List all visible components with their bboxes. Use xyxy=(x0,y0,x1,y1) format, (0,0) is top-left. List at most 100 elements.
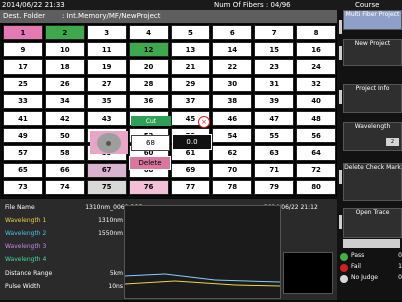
fiber-cell-41[interactable]: 41 xyxy=(3,110,43,127)
fiber-cell-25[interactable]: 25 xyxy=(3,76,43,92)
fiber-cell-67[interactable]: 67 xyxy=(86,162,127,178)
fiber-cell-21[interactable]: 21 xyxy=(170,59,211,75)
fiber-dial-center xyxy=(106,141,111,146)
fiber-cell-15[interactable]: 15 xyxy=(254,42,295,58)
fiber-cell-24[interactable]: 24 xyxy=(296,59,336,75)
project-info-button[interactable]: Project Info xyxy=(343,84,402,113)
fiber-cell-20[interactable]: 20 xyxy=(128,59,169,75)
fiber-cell-77[interactable]: 77 xyxy=(170,179,211,195)
fiber-cell-43[interactable]: 43 xyxy=(86,110,127,127)
nojudge-row: No Judge 0 xyxy=(340,274,402,284)
fiber-cell-39[interactable]: 39 xyxy=(254,93,295,109)
pulse-width-label: Pulse Width xyxy=(5,283,41,290)
fiber-cell-32[interactable]: 32 xyxy=(296,76,336,92)
fiber-cell-35[interactable]: 35 xyxy=(86,93,127,109)
fiber-cell-13[interactable]: 13 xyxy=(170,42,211,58)
fiber-cell-8[interactable]: 8 xyxy=(296,25,336,41)
fiber-cell-26[interactable]: 26 xyxy=(44,76,85,92)
fiber-cell-54[interactable]: 54 xyxy=(212,128,253,144)
fiber-cell-40[interactable]: 40 xyxy=(296,93,336,109)
fiber-cell-27[interactable]: 27 xyxy=(86,76,127,92)
fiber-cell-18[interactable]: 18 xyxy=(44,59,85,75)
open-trace-button[interactable]: Open Trace xyxy=(343,208,402,238)
fiber-cell-63[interactable]: 63 xyxy=(254,145,295,161)
fiber-cell-36[interactable]: 36 xyxy=(128,93,169,109)
fiber-cell-75[interactable]: 75 xyxy=(86,179,127,195)
fiber-cell-80[interactable]: 80 xyxy=(296,179,336,195)
fiber-cell-62[interactable]: 62 xyxy=(212,145,253,161)
wavelength-button[interactable]: Wavelength xyxy=(343,122,402,151)
fiber-cell-29[interactable]: 29 xyxy=(170,76,211,92)
fiber-cell-23[interactable]: 23 xyxy=(254,59,295,75)
selected-fiber-value: 68 xyxy=(131,135,170,151)
fiber-cell-17[interactable]: 17 xyxy=(3,59,43,75)
fiber-cell-11[interactable]: 11 xyxy=(86,42,127,58)
new-project-button[interactable]: New Project xyxy=(343,39,402,66)
fiber-cell-78[interactable]: 78 xyxy=(212,179,253,195)
wavelength-4-row: Wavelength 4 xyxy=(5,256,123,266)
right-panel-marker xyxy=(339,215,342,229)
fiber-cell-46[interactable]: 46 xyxy=(212,110,253,127)
fibers-count: Num Of Fibers : 04/96 xyxy=(214,1,291,9)
fiber-cell-65[interactable]: 65 xyxy=(3,162,43,178)
fiber-cell-30[interactable]: 30 xyxy=(212,76,253,92)
fiber-cell-33[interactable]: 33 xyxy=(3,93,43,109)
fiber-cell-56[interactable]: 56 xyxy=(296,128,336,144)
fiber-cell-1[interactable]: 1 xyxy=(3,25,43,41)
fiber-cell-72[interactable]: 72 xyxy=(296,162,336,178)
fiber-cell-49[interactable]: 49 xyxy=(3,128,43,144)
multi-fiber-project-button[interactable]: Multi Fiber Project xyxy=(343,10,402,30)
fiber-cell-76[interactable]: 76 xyxy=(128,179,169,195)
fiber-cell-3[interactable]: 3 xyxy=(86,25,127,41)
fiber-cell-50[interactable]: 50 xyxy=(44,128,85,144)
pass-icon xyxy=(340,253,348,261)
distance-range-value: 5km xyxy=(109,270,123,277)
fiber-cell-16[interactable]: 16 xyxy=(296,42,336,58)
dest-folder-label: Dest. Folder xyxy=(3,12,46,20)
fiber-cell-79[interactable]: 79 xyxy=(254,179,295,195)
fiber-cell-74[interactable]: 74 xyxy=(44,179,85,195)
fiber-cell-57[interactable]: 57 xyxy=(3,145,43,161)
file-info: File Name 1310nm_0068.SOR Wavelength 1 1… xyxy=(5,199,143,296)
pass-label: Pass xyxy=(351,252,365,259)
fiber-cell-31[interactable]: 31 xyxy=(254,76,295,92)
fiber-cell-9[interactable]: 9 xyxy=(3,42,43,58)
fiber-cell-58[interactable]: 58 xyxy=(44,145,85,161)
fiber-cell-22[interactable]: 22 xyxy=(212,59,253,75)
fiber-cell-28[interactable]: 28 xyxy=(128,76,169,92)
fiber-cell-10[interactable]: 10 xyxy=(44,42,85,58)
wavelength-1-label: Wavelength 1 xyxy=(5,217,47,224)
fiber-cell-47[interactable]: 47 xyxy=(254,110,295,127)
fiber-cell-4[interactable]: 4 xyxy=(128,25,169,41)
fiber-cell-71[interactable]: 71 xyxy=(254,162,295,178)
fiber-cell-38[interactable]: 38 xyxy=(212,93,253,109)
fiber-cell-42[interactable]: 42 xyxy=(44,110,85,127)
thumbnail xyxy=(283,252,333,294)
fiber-cell-70[interactable]: 70 xyxy=(212,162,253,178)
fiber-cell-14[interactable]: 14 xyxy=(212,42,253,58)
delete-button[interactable]: Delete xyxy=(129,156,171,170)
fiber-cell-7[interactable]: 7 xyxy=(254,25,295,41)
nojudge-icon xyxy=(340,275,348,283)
fiber-cell-69[interactable]: 69 xyxy=(170,162,211,178)
fail-icon xyxy=(340,264,348,272)
fiber-cell-2[interactable]: 2 xyxy=(44,25,85,41)
fiber-cell-37[interactable]: 37 xyxy=(170,93,211,109)
value-dropdown[interactable]: 0.0 xyxy=(172,134,212,150)
fiber-cell-64[interactable]: 64 xyxy=(296,145,336,161)
fiber-cell-12[interactable]: 12 xyxy=(128,42,169,58)
cut-overlay[interactable]: Cut xyxy=(131,116,171,126)
fiber-cell-73[interactable]: 73 xyxy=(3,179,43,195)
trace-preview[interactable] xyxy=(124,205,281,299)
fiber-cell-19[interactable]: 19 xyxy=(86,59,127,75)
right-panel-marker xyxy=(339,170,342,184)
fiber-cell-66[interactable]: 66 xyxy=(44,162,85,178)
fiber-cell-48[interactable]: 48 xyxy=(296,110,336,127)
wavelength-tag: 2 xyxy=(386,138,399,146)
fiber-cell-5[interactable]: 5 xyxy=(170,25,211,41)
fiber-cell-34[interactable]: 34 xyxy=(44,93,85,109)
delete-check-mark-button[interactable]: Delete Check Mark xyxy=(343,163,402,201)
judgement-legend: Pass 0 Fail 1 No Judge 0 xyxy=(340,252,402,300)
fiber-cell-55[interactable]: 55 xyxy=(254,128,295,144)
fiber-cell-6[interactable]: 6 xyxy=(212,25,253,41)
